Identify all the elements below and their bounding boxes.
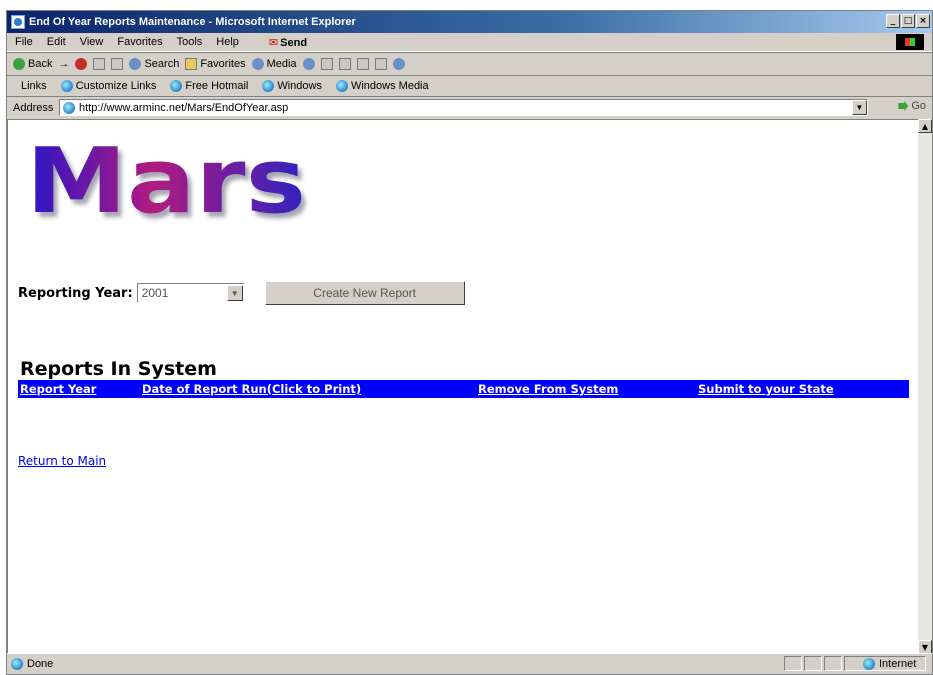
ie-app-icon bbox=[11, 15, 25, 29]
status-cell bbox=[824, 656, 842, 671]
link-customize-links[interactable]: Customize Links bbox=[60, 80, 156, 92]
stop-button[interactable] bbox=[75, 58, 88, 70]
link-windows-media[interactable]: Windows Media bbox=[335, 80, 429, 92]
go-button[interactable]: Go bbox=[898, 100, 926, 112]
windows-logo-icon bbox=[896, 34, 924, 50]
stop-icon bbox=[75, 58, 88, 70]
back-button[interactable]: Back bbox=[13, 58, 52, 70]
print-button[interactable] bbox=[338, 58, 351, 70]
page-content: Mars Reporting Year: 2001 ▼ Create New R… bbox=[7, 119, 920, 654]
ie-link-icon bbox=[170, 80, 183, 92]
menu-file[interactable]: File bbox=[15, 36, 33, 48]
minimize-button[interactable]: _ bbox=[886, 14, 900, 28]
ie-link-icon bbox=[335, 80, 348, 92]
close-button[interactable]: × bbox=[916, 14, 930, 28]
window-title: End Of Year Reports Maintenance - Micros… bbox=[29, 16, 356, 28]
standard-toolbar: Back → Search Favorites Media bbox=[7, 52, 932, 76]
mail-icon bbox=[320, 58, 333, 70]
link-windows[interactable]: Windows bbox=[262, 80, 322, 92]
title-bar: End Of Year Reports Maintenance - Micros… bbox=[7, 11, 932, 33]
reporting-year-select[interactable]: 2001 ▼ bbox=[136, 283, 245, 303]
address-dropdown-button[interactable]: ▼ bbox=[852, 100, 867, 115]
search-button[interactable]: Search bbox=[129, 58, 179, 70]
scroll-down-button[interactable]: ▼ bbox=[918, 640, 932, 654]
maximize-button[interactable]: □ bbox=[901, 14, 915, 28]
links-label: Links bbox=[21, 80, 47, 92]
link-free-hotmail[interactable]: Free Hotmail bbox=[170, 80, 248, 92]
logo-text: Mars bbox=[26, 134, 306, 226]
menu-bar: File Edit View Favorites Tools Help Send bbox=[7, 33, 932, 52]
discuss-button[interactable] bbox=[374, 58, 387, 70]
home-icon bbox=[111, 58, 124, 70]
refresh-icon bbox=[93, 58, 106, 70]
edit-button[interactable] bbox=[356, 58, 369, 70]
page-done-icon bbox=[11, 658, 23, 670]
create-new-report-button[interactable]: Create New Report bbox=[264, 281, 465, 305]
search-icon bbox=[129, 58, 142, 70]
favorites-button[interactable]: Favorites bbox=[185, 58, 246, 70]
ie-link-icon bbox=[262, 80, 275, 92]
forward-button[interactable]: → bbox=[58, 58, 69, 70]
window-controls: _ □ × bbox=[886, 14, 930, 28]
status-cell bbox=[784, 656, 802, 671]
menu-favorites[interactable]: Favorites bbox=[117, 36, 162, 48]
address-url: http://www.arminc.net/Mars/EndOfYear.asp bbox=[79, 101, 289, 114]
header-submit-to-state[interactable]: Submit to your State bbox=[698, 382, 834, 396]
scroll-up-button[interactable]: ▲ bbox=[918, 119, 932, 133]
history-button[interactable] bbox=[302, 58, 315, 70]
mail-button[interactable] bbox=[320, 58, 333, 70]
reports-table-header: Report Year Date of Report Run(Click to … bbox=[18, 380, 909, 398]
refresh-button[interactable] bbox=[93, 58, 106, 70]
reporting-year-label: Reporting Year: bbox=[18, 285, 133, 301]
address-label: Address bbox=[13, 102, 54, 114]
vertical-scrollbar[interactable]: ▲ ▼ bbox=[918, 119, 932, 654]
send-menu[interactable]: Send bbox=[269, 36, 307, 49]
messenger-button[interactable] bbox=[392, 58, 405, 70]
history-icon bbox=[302, 58, 315, 70]
internet-zone: Internet bbox=[844, 656, 926, 671]
reporting-year-value: 2001 bbox=[141, 286, 169, 300]
status-cells bbox=[784, 656, 842, 671]
mars-logo: Mars bbox=[26, 134, 306, 226]
status-bar: Done Internet bbox=[7, 653, 932, 674]
messenger-icon bbox=[392, 58, 405, 70]
header-date-of-report-run[interactable]: Date of Report Run(Click to Print) bbox=[142, 382, 361, 396]
menu-view[interactable]: View bbox=[80, 36, 104, 48]
reporting-year-row: Reporting Year: 2001 ▼ Create New Report bbox=[18, 281, 465, 305]
media-icon bbox=[251, 58, 264, 70]
discuss-icon bbox=[374, 58, 387, 70]
back-arrow-icon bbox=[13, 58, 25, 70]
page-icon bbox=[63, 101, 75, 114]
header-remove-from-system[interactable]: Remove From System bbox=[478, 382, 618, 396]
header-report-year[interactable]: Report Year bbox=[20, 382, 96, 396]
return-to-main-link[interactable]: Return to Main bbox=[18, 454, 106, 468]
menu-tools[interactable]: Tools bbox=[177, 36, 203, 48]
browser-window: End Of Year Reports Maintenance - Micros… bbox=[6, 10, 933, 675]
edit-icon bbox=[356, 58, 369, 70]
favorites-icon bbox=[185, 58, 198, 70]
home-button[interactable] bbox=[111, 58, 124, 70]
go-arrow-icon bbox=[898, 101, 909, 111]
media-button[interactable]: Media bbox=[251, 58, 297, 70]
reports-heading: Reports In System bbox=[20, 358, 217, 380]
print-icon bbox=[338, 58, 351, 70]
status-done: Done bbox=[11, 658, 53, 670]
links-bar: Links Customize Links Free Hotmail Windo… bbox=[7, 75, 932, 97]
internet-globe-icon bbox=[863, 657, 875, 670]
status-cell bbox=[804, 656, 822, 671]
menu-edit[interactable]: Edit bbox=[47, 36, 66, 48]
address-input[interactable]: http://www.arminc.net/Mars/EndOfYear.asp… bbox=[59, 99, 868, 116]
chevron-down-icon[interactable]: ▼ bbox=[226, 285, 243, 301]
address-bar: Address http://www.arminc.net/Mars/EndOf… bbox=[7, 96, 932, 119]
ie-link-icon bbox=[60, 80, 73, 92]
menu-help[interactable]: Help bbox=[216, 36, 239, 48]
